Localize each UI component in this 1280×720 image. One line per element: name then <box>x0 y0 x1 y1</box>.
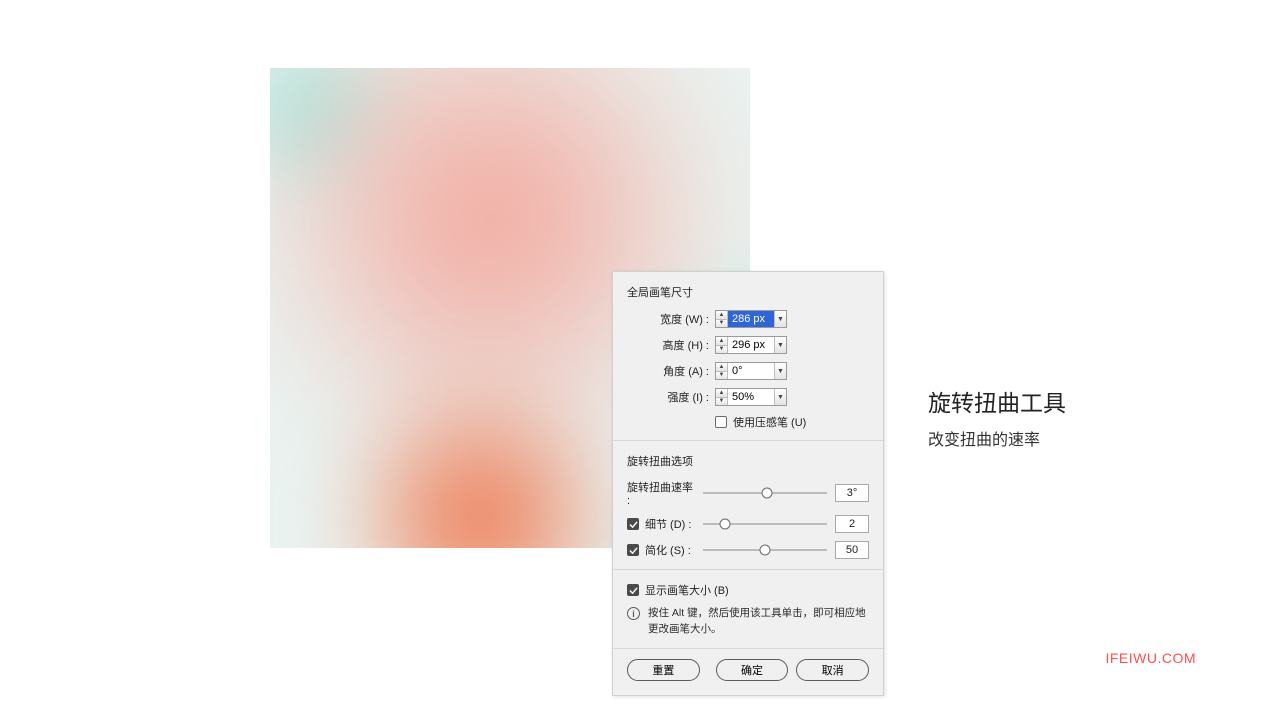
pressure-pen-label[interactable]: 使用压感笔 (U) <box>733 414 806 430</box>
pressure-pen-row: 使用压感笔 (U) <box>627 414 869 430</box>
height-label: 高度 (H) : <box>627 337 715 353</box>
simplify-value[interactable]: 50 <box>835 541 869 559</box>
angle-row: 角度 (A) : ▲ ▼ ▼ <box>627 362 869 380</box>
page-subtitle: 改变扭曲的速率 <box>928 426 1040 450</box>
ok-button[interactable]: 确定 <box>716 659 789 681</box>
chevron-down-icon[interactable]: ▼ <box>774 363 786 379</box>
chevron-down-icon[interactable]: ▼ <box>774 337 786 353</box>
twirl-tool-options-dialog: 全局画笔尺寸 宽度 (W) : ▲ ▼ ▼ 高度 (H) : ▲ ▼ ▼ <box>612 271 884 696</box>
slider-thumb[interactable] <box>760 545 771 556</box>
intensity-label: 强度 (I) : <box>627 389 715 405</box>
simplify-row: 简化 (S) : 50 <box>627 541 869 559</box>
twirl-rate-label: 旋转扭曲速率 : <box>627 479 699 507</box>
simplify-label[interactable]: 简化 (S) : <box>645 542 691 558</box>
angle-label: 角度 (A) : <box>627 363 715 379</box>
global-brush-section: 全局画笔尺寸 宽度 (W) : ▲ ▼ ▼ 高度 (H) : ▲ ▼ ▼ <box>613 272 883 441</box>
detail-value[interactable]: 2 <box>835 515 869 533</box>
detail-row: 细节 (D) : 2 <box>627 515 869 533</box>
stepper-up-icon[interactable]: ▲ <box>716 363 727 372</box>
section-title: 全局画笔尺寸 <box>627 284 869 300</box>
show-brush-checkbox[interactable] <box>627 584 639 596</box>
twirl-rate-slider[interactable] <box>703 486 827 500</box>
twirl-rate-value[interactable]: 3° <box>835 484 869 502</box>
simplify-slider[interactable] <box>703 543 827 557</box>
intensity-stepper[interactable]: ▲ ▼ ▼ <box>715 388 787 406</box>
height-stepper[interactable]: ▲ ▼ ▼ <box>715 336 787 354</box>
reset-button[interactable]: 重置 <box>627 659 700 681</box>
watermark: IFEIWU.COM <box>1105 650 1196 666</box>
dialog-buttons: 重置 确定 取消 <box>613 649 883 695</box>
chevron-down-icon[interactable]: ▼ <box>774 389 786 405</box>
detail-label[interactable]: 细节 (D) : <box>645 516 691 532</box>
tip-text: 按住 Alt 键，然后使用该工具单击，即可相应地更改画笔大小。 <box>648 606 869 638</box>
width-input[interactable] <box>728 311 774 327</box>
width-stepper[interactable]: ▲ ▼ ▼ <box>715 310 787 328</box>
detail-slider[interactable] <box>703 517 827 531</box>
tip-row: i 按住 Alt 键，然后使用该工具单击，即可相应地更改画笔大小。 <box>627 606 869 638</box>
twirl-options-section: 旋转扭曲选项 旋转扭曲速率 : 3° 细节 (D) : 2 <box>613 441 883 570</box>
twirl-rate-row: 旋转扭曲速率 : 3° <box>627 479 869 507</box>
height-row: 高度 (H) : ▲ ▼ ▼ <box>627 336 869 354</box>
page-title: 旋转扭曲工具 <box>928 384 1066 418</box>
simplify-checkbox[interactable] <box>627 544 639 556</box>
stepper-up-icon[interactable]: ▲ <box>716 389 727 398</box>
cancel-button[interactable]: 取消 <box>796 659 869 681</box>
angle-stepper[interactable]: ▲ ▼ ▼ <box>715 362 787 380</box>
angle-input[interactable] <box>728 363 774 379</box>
width-row: 宽度 (W) : ▲ ▼ ▼ <box>627 310 869 328</box>
stepper-down-icon[interactable]: ▼ <box>716 372 727 380</box>
info-icon: i <box>627 607 640 620</box>
slider-thumb[interactable] <box>762 488 773 499</box>
detail-checkbox[interactable] <box>627 518 639 530</box>
stepper-down-icon[interactable]: ▼ <box>716 346 727 354</box>
intensity-input[interactable] <box>728 389 774 405</box>
stepper-up-icon[interactable]: ▲ <box>716 337 727 346</box>
section-title: 旋转扭曲选项 <box>627 453 869 469</box>
stepper-down-icon[interactable]: ▼ <box>716 320 727 328</box>
stepper-down-icon[interactable]: ▼ <box>716 398 727 406</box>
show-brush-row: 显示画笔大小 (B) <box>627 582 869 598</box>
height-input[interactable] <box>728 337 774 353</box>
intensity-row: 强度 (I) : ▲ ▼ ▼ <box>627 388 869 406</box>
show-brush-label[interactable]: 显示画笔大小 (B) <box>645 582 729 598</box>
slider-thumb[interactable] <box>720 519 731 530</box>
pressure-pen-checkbox[interactable] <box>715 416 727 428</box>
width-label: 宽度 (W) : <box>627 311 715 327</box>
stepper-up-icon[interactable]: ▲ <box>716 311 727 320</box>
footer-section: 显示画笔大小 (B) i 按住 Alt 键，然后使用该工具单击，即可相应地更改画… <box>613 570 883 649</box>
chevron-down-icon[interactable]: ▼ <box>774 311 786 327</box>
